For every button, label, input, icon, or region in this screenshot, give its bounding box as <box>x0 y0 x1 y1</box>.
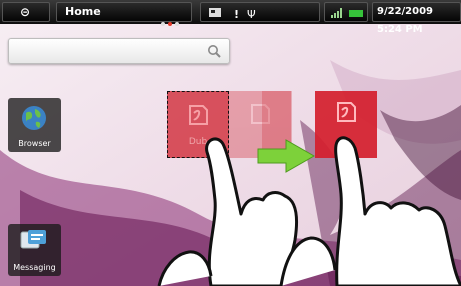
pdf-icon <box>337 102 356 122</box>
browser-label: Browser <box>18 139 51 148</box>
signal-icon <box>331 8 342 18</box>
signal-battery <box>324 2 368 22</box>
alert-icon: ! <box>234 8 239 21</box>
app-title-bar: Home <box>56 2 192 26</box>
battery-icon <box>349 10 363 17</box>
clock: 9/22/2009 5:24 PM <box>372 2 461 35</box>
search-widget[interactable] <box>8 38 230 64</box>
datetime: 9/22/2009 5:24 PM <box>377 6 434 35</box>
page-indicator <box>161 11 182 30</box>
messaging-shortcut[interactable]: Messaging <box>8 224 61 276</box>
search-icon[interactable] <box>207 44 221 58</box>
globe-icon <box>22 106 46 130</box>
app-title: Home <box>65 5 101 18</box>
notification-area[interactable]: ! Ψ <box>200 2 320 22</box>
messaging-label: Messaging <box>13 263 56 272</box>
messaging-icon <box>20 230 46 249</box>
browser-shortcut[interactable]: Browser <box>8 98 61 152</box>
menu-icon: ⊝ <box>20 5 31 19</box>
notification-icons: ! Ψ <box>209 8 256 21</box>
status-bar: ⊝ Home ! Ψ 9/22/2009 5:24 PM <box>0 0 461 35</box>
pdf-icon <box>189 105 208 125</box>
finger-hand-icon <box>157 136 461 286</box>
search-input[interactable] <box>13 42 207 62</box>
usb-icon: Ψ <box>247 8 256 21</box>
menu-button[interactable]: ⊝ <box>2 2 50 22</box>
